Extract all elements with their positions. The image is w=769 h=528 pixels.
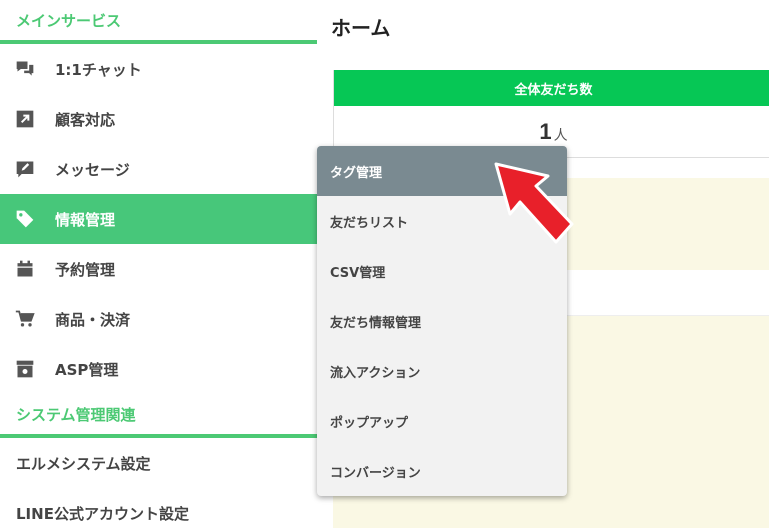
page-title: ホーム [331, 16, 391, 40]
sidebar-item-info-management[interactable]: 情報管理 [0, 194, 317, 244]
submenu-item-csv-management[interactable]: CSV管理 [317, 246, 567, 296]
sidebar-item-label: 商品・決済 [55, 310, 131, 329]
sidebar: メインサービス 1:1チャット 顧客対応 メッセージ 情報管理 予約管理 商品・… [0, 0, 317, 528]
red-arrow-annotation-icon [494, 162, 574, 244]
chat-bubbles-icon [14, 58, 36, 80]
sidebar-item-message[interactable]: メッセージ [0, 144, 317, 194]
sidebar-item-label: ASP管理 [55, 360, 119, 379]
archive-icon [14, 358, 36, 380]
sidebar-item-label: 予約管理 [55, 260, 116, 279]
tag-icon [14, 208, 36, 230]
sidebar-item-label: 1:1チャット [55, 60, 142, 79]
system-section-title: システム管理関連 [0, 394, 317, 434]
submenu-item-friend-info-management[interactable]: 友だち情報管理 [317, 296, 567, 346]
arrow-up-right-icon [14, 108, 36, 130]
sidebar-item-reservation[interactable]: 予約管理 [0, 244, 317, 294]
submenu-item-inflow-action[interactable]: 流入アクション [317, 346, 567, 396]
sidebar-item-label: 顧客対応 [55, 110, 116, 129]
sidebar-item-system-settings[interactable]: エルメシステム設定 [0, 438, 317, 488]
submenu-item-conversion[interactable]: コンバージョン [317, 446, 567, 496]
friends-count-value: 1 [539, 119, 552, 144]
friends-count-unit: 人 [553, 127, 568, 143]
sidebar-item-label: 情報管理 [55, 210, 116, 229]
friends-count-header: 全体友だち数 [334, 70, 769, 106]
sidebar-item-asp[interactable]: ASP管理 [0, 344, 317, 394]
cart-icon [14, 308, 36, 330]
sidebar-item-line-account-settings[interactable]: LINE公式アカウント設定 [0, 488, 317, 528]
calendar-icon [14, 258, 36, 280]
edit-message-icon [14, 158, 36, 180]
sidebar-item-products[interactable]: 商品・決済 [0, 294, 317, 344]
main-service-section-title: メインサービス [0, 0, 317, 40]
sidebar-item-label: メッセージ [55, 160, 130, 179]
sidebar-item-chat[interactable]: 1:1チャット [0, 44, 317, 94]
submenu-item-popup[interactable]: ポップアップ [317, 396, 567, 446]
sidebar-item-customer[interactable]: 顧客対応 [0, 94, 317, 144]
friends-count-card: 全体友だち数 1 人 [333, 70, 769, 158]
